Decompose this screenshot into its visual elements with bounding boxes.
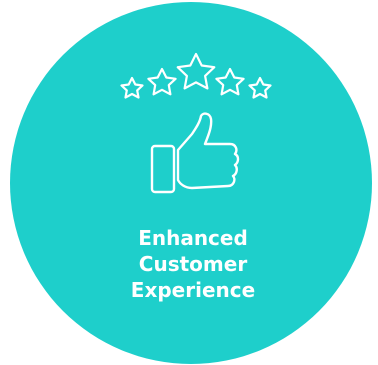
star-icon	[215, 67, 245, 96]
badge-label-line: Enhanced	[138, 226, 248, 250]
star-icon	[120, 76, 144, 99]
star-icon	[176, 52, 216, 90]
badge-label-line: Experience	[130, 278, 256, 302]
experience-badge: Enhanced Customer Experience	[0, 0, 378, 365]
badge-label-line: Customer	[138, 252, 248, 276]
star-icon	[147, 67, 177, 96]
star-icon	[248, 76, 272, 99]
rating-stars-icon	[120, 52, 272, 99]
badge-label: Enhanced Customer Experience	[60, 225, 326, 303]
thumbs-up-icon	[150, 112, 240, 194]
